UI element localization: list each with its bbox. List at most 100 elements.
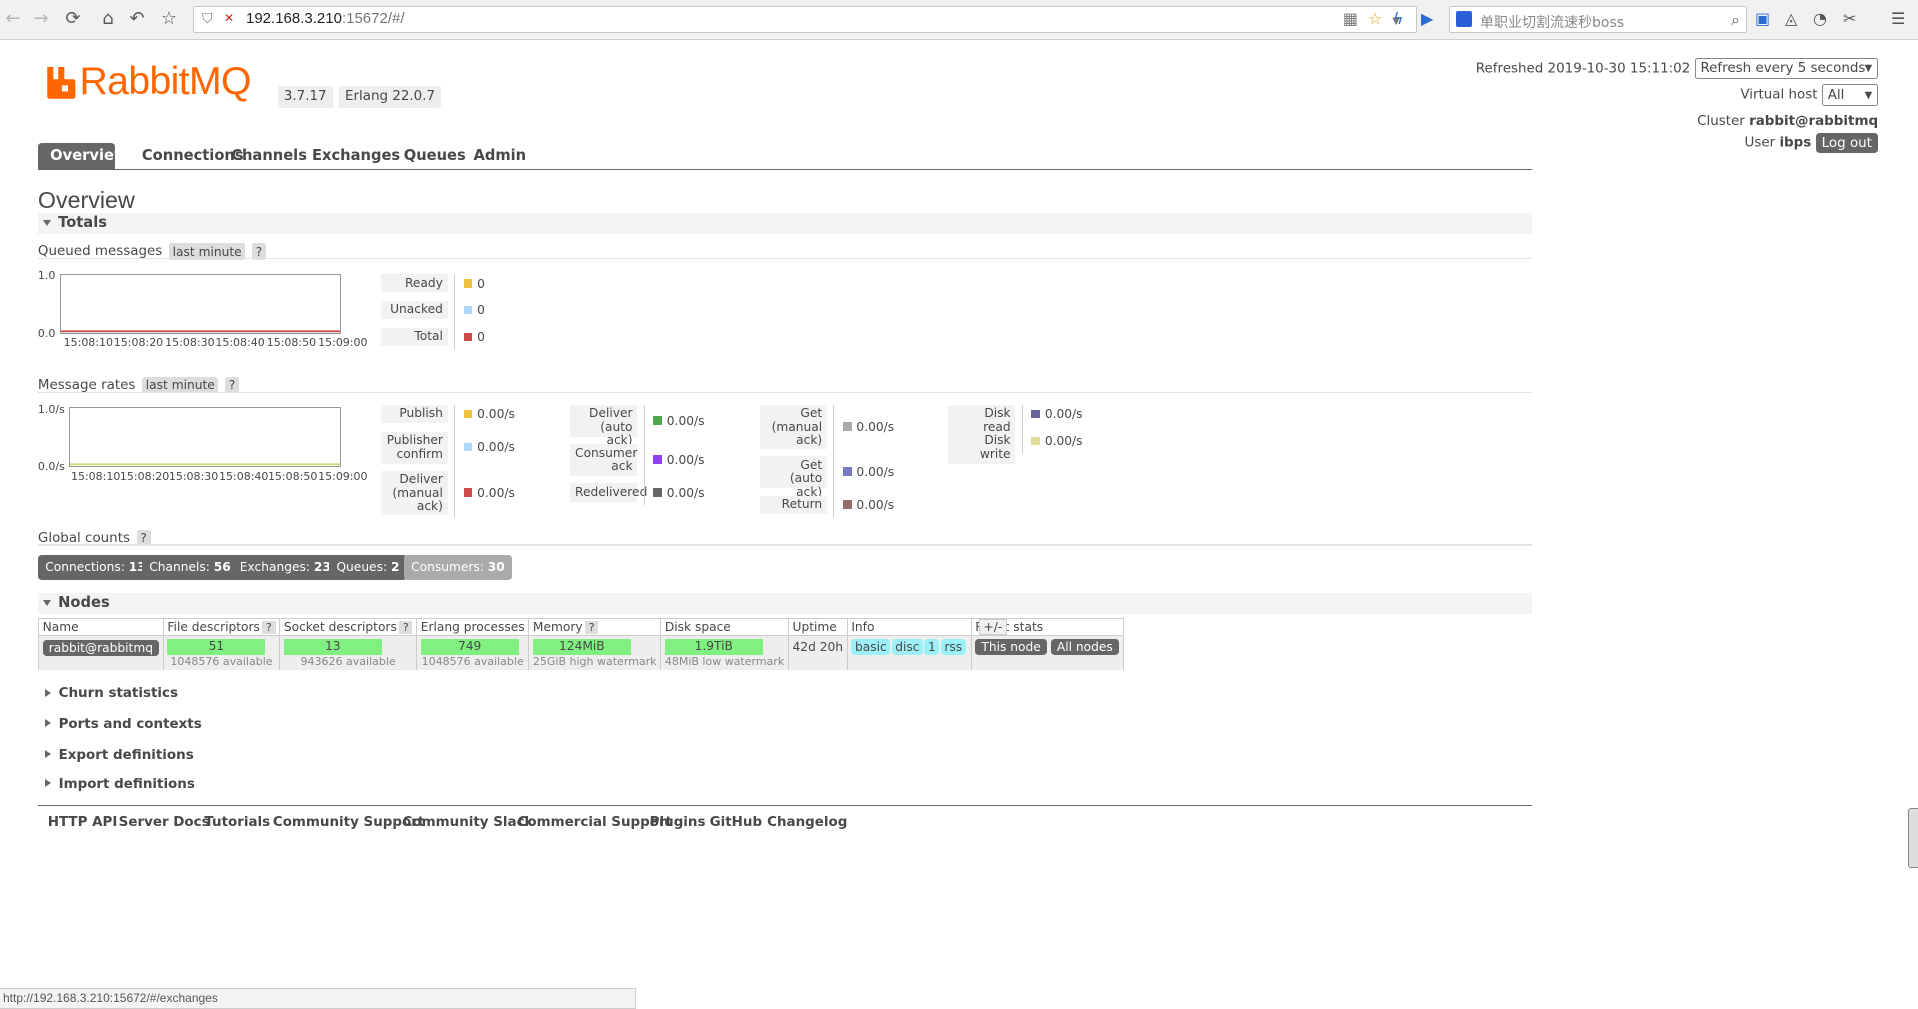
rates-legend-col1: Publish Publisher confirm Deliver (manua… bbox=[380, 404, 565, 521]
help-button[interactable]: ? bbox=[585, 621, 599, 635]
legend-publish-value: 0.00/s bbox=[463, 407, 515, 421]
import-definitions-toggle[interactable]: Import definitions bbox=[38, 777, 195, 792]
footer-link-community-slack[interactable]: Community Slack bbox=[403, 815, 534, 830]
reload-icon[interactable]: ⟳ bbox=[62, 8, 84, 30]
legend-return-label: Return bbox=[759, 495, 828, 514]
col-memory: Memory? bbox=[528, 617, 662, 637]
x-tick: 15:09:00 bbox=[318, 469, 368, 483]
exchanges-count-button[interactable]: Exchanges: 23 bbox=[232, 555, 339, 580]
legend-return-value: 0.00/s bbox=[842, 498, 894, 512]
help-button[interactable]: ? bbox=[262, 621, 276, 635]
vhost-select[interactable]: All ▼ bbox=[1821, 84, 1879, 107]
node-name-link[interactable]: rabbit@rabbitmq bbox=[42, 639, 160, 657]
qr-icon: ▦ bbox=[1342, 9, 1368, 28]
reset-this-node-button[interactable]: This node bbox=[975, 638, 1047, 656]
legend-redelivered-value: 0.00/s bbox=[653, 486, 704, 500]
expand-icon bbox=[45, 779, 52, 788]
legend-total-label: Total bbox=[380, 327, 448, 347]
bookmark-star-icon[interactable]: ☆ bbox=[158, 8, 180, 30]
legend-unacked-value: 0 bbox=[463, 303, 485, 317]
legend-get-auto-value: 0.00/s bbox=[842, 465, 894, 479]
fd-available: 1048576 available bbox=[170, 654, 273, 668]
x-tick: 15:08:40 bbox=[219, 469, 269, 483]
footer-link-changelog[interactable]: Changelog bbox=[767, 815, 847, 830]
nodes-title: Nodes bbox=[58, 594, 110, 612]
extension-icon[interactable]: ◬ bbox=[1785, 9, 1797, 28]
tab-overview[interactable]: Overview bbox=[37, 143, 127, 171]
page-title: Overview bbox=[37, 187, 135, 214]
status-bar: http://192.168.3.210:15672/#/exchanges bbox=[0, 988, 636, 1009]
back-icon[interactable]: ← bbox=[2, 8, 24, 30]
info-tags: basic disc 1 rss bbox=[846, 635, 972, 671]
home-icon[interactable]: ⌂ bbox=[97, 8, 119, 30]
main-nav: Overview Connections Channels Exchanges … bbox=[37, 143, 1532, 171]
chevron-down-icon: ▼ bbox=[1864, 63, 1873, 75]
cluster-label: Cluster bbox=[1697, 113, 1745, 129]
columns-toggle-button[interactable]: +/- bbox=[978, 619, 1007, 636]
forward-icon[interactable]: → bbox=[30, 8, 52, 30]
refreshed-label: Refreshed 2019-10-30 15:11:02 bbox=[1475, 60, 1691, 76]
nodes-section-toggle[interactable]: Nodes bbox=[37, 593, 1532, 615]
consumers-count-button[interactable]: Consumers: 30 bbox=[403, 555, 513, 580]
brand-name: RabbitMQ bbox=[79, 59, 252, 103]
browser-toolbar: ← → ⟳ ⌂ ↶ ☆ ⛉ ✕ 192.168.3.210:15672/#/ ▦… bbox=[0, 0, 1918, 40]
x-tick: 15:08:30 bbox=[165, 336, 215, 350]
queues-count-button[interactable]: Queues: 2 bbox=[329, 555, 407, 580]
search-box[interactable]: 单职业切割流速秒boss ⌕ bbox=[1449, 6, 1747, 33]
help-button[interactable]: ? bbox=[399, 621, 413, 635]
totals-section-toggle[interactable]: Totals bbox=[37, 212, 1532, 234]
rates-chart-svg bbox=[69, 463, 340, 466]
insecure-icon: ✕ bbox=[224, 11, 235, 25]
export-definitions-toggle[interactable]: Export definitions bbox=[38, 748, 194, 763]
rates-y-top: 1.0/s bbox=[37, 402, 65, 416]
legend-ready-label: Ready bbox=[380, 274, 448, 293]
search-icon[interactable]: ⌕ bbox=[1731, 10, 1740, 30]
footer-link-http-api[interactable]: HTTP API bbox=[48, 815, 118, 830]
footer-link-github[interactable]: GitHub bbox=[710, 815, 763, 830]
info-tag: basic bbox=[851, 638, 891, 656]
fd-bar: 51 bbox=[167, 638, 266, 655]
scissors-icon[interactable]: ✂ bbox=[1843, 9, 1856, 28]
connections-count-button[interactable]: Connections: 13 bbox=[37, 555, 154, 580]
favorite-icon: ☆ bbox=[1367, 9, 1393, 28]
footer-link-plugins[interactable]: Plugins bbox=[650, 815, 706, 830]
x-tick: 15:08:50 bbox=[267, 469, 318, 483]
undo-icon[interactable]: ↶ bbox=[126, 8, 148, 30]
refresh-select[interactable]: Refresh every 5 seconds ▼ bbox=[1694, 57, 1879, 80]
message-rates-chart bbox=[68, 407, 342, 468]
shield-icon: ⛉ bbox=[202, 11, 213, 27]
user-label: User bbox=[1744, 135, 1776, 151]
legend-disk-write-label: Disk write bbox=[948, 431, 1016, 464]
app-root: RabbitMQ 3.7.17 Erlang 22.0.7 Refreshed … bbox=[0, 40, 1918, 1007]
play-icon[interactable]: ▶ bbox=[1421, 9, 1433, 28]
legend-publish-label: Publish bbox=[380, 404, 448, 424]
info-tag: disc bbox=[891, 638, 924, 656]
ports-contexts-toggle[interactable]: Ports and contexts bbox=[38, 717, 202, 732]
churn-statistics-toggle[interactable]: Churn statistics bbox=[38, 686, 178, 701]
menu-icon[interactable]: ☰ bbox=[1891, 9, 1905, 28]
queued-messages-chart bbox=[59, 274, 342, 334]
address-bar[interactable]: ⛉ ✕ 192.168.3.210:15672/#/ ▦☆▼ bbox=[193, 6, 1417, 33]
flash-icon[interactable]: ϟ bbox=[1393, 9, 1404, 28]
scrollbar-handle[interactable] bbox=[1908, 808, 1918, 868]
legend-unacked-label: Unacked bbox=[380, 300, 448, 320]
info-tag: rss bbox=[940, 638, 966, 656]
expand-icon bbox=[45, 749, 52, 758]
footer-link-tutorials[interactable]: Tutorials bbox=[204, 815, 270, 830]
clock-icon[interactable]: ◔ bbox=[1813, 9, 1827, 28]
expand-icon bbox=[45, 688, 52, 697]
search-engine-icon bbox=[1456, 11, 1472, 27]
rates-legend-col3: Get (manual ack) Get (auto ack) Return 0… bbox=[759, 404, 944, 521]
legend-total-value: 0 bbox=[463, 330, 485, 344]
queued-legend: Ready Unacked Total 0 0 0 bbox=[380, 274, 565, 350]
x-tick: 15:08:20 bbox=[119, 469, 170, 483]
totals-title: Totals bbox=[58, 213, 107, 231]
channels-count-button[interactable]: Channels: 56 bbox=[141, 555, 239, 580]
apps-icon[interactable]: ▣ bbox=[1755, 9, 1770, 28]
footer-link-server-docs[interactable]: Server Docs bbox=[119, 815, 210, 830]
reset-all-nodes-button[interactable]: All nodes bbox=[1050, 638, 1119, 656]
legend-ready-value: 0 bbox=[463, 277, 485, 291]
logout-button[interactable]: Log out bbox=[1815, 133, 1879, 154]
legend-deliver-manual-value: 0.00/s bbox=[463, 486, 515, 500]
tab-admin[interactable]: Admin bbox=[461, 143, 538, 170]
